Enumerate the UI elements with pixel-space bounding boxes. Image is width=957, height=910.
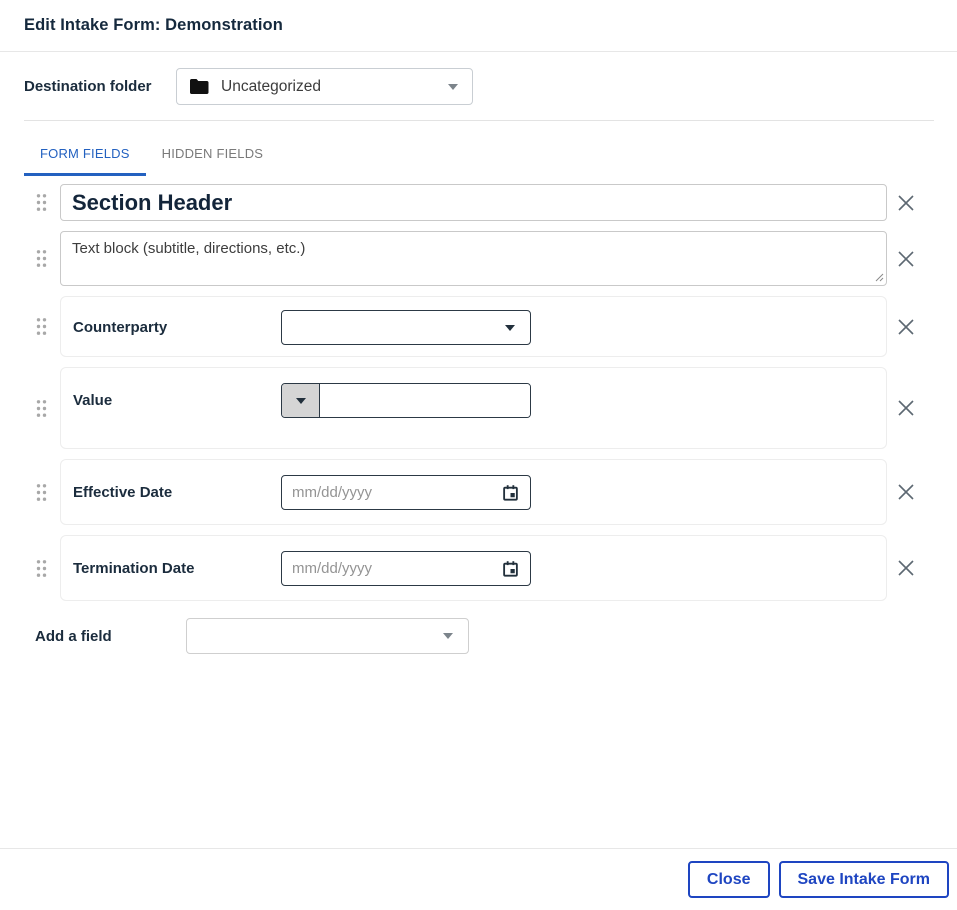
remove-counterparty-button[interactable]: [897, 318, 915, 336]
drag-handle-icon[interactable]: [36, 483, 47, 502]
dialog-footer: Close Save Intake Form: [0, 848, 957, 910]
text-block-textarea[interactable]: Text block (subtitle, directions, etc.): [60, 231, 887, 286]
termination-date-input[interactable]: [292, 560, 502, 577]
form-fields-list: Text block (subtitle, directions, etc.) …: [0, 176, 957, 601]
textarea-resize-handle[interactable]: [875, 273, 884, 282]
termination-date-calendar-button[interactable]: [502, 560, 519, 578]
destination-folder-row: Destination folder Uncategorized: [0, 52, 957, 120]
termination-date-label: Termination Date: [73, 551, 281, 586]
folder-icon: [189, 78, 209, 95]
field-row-counterparty: Counterparty: [24, 296, 957, 357]
value-currency-dropdown-button[interactable]: [282, 384, 320, 417]
add-field-label: Add a field: [35, 628, 186, 645]
field-row-text-block: Text block (subtitle, directions, etc.): [24, 231, 957, 286]
add-field-select[interactable]: [186, 618, 469, 654]
effective-date-calendar-button[interactable]: [502, 484, 519, 502]
tab-bar: FORM FIELDS HIDDEN FIELDS: [0, 138, 957, 176]
chevron-down-icon: [443, 633, 453, 639]
drag-handle-icon[interactable]: [36, 249, 47, 268]
value-label: Value: [73, 383, 281, 418]
destination-folder-value: Uncategorized: [221, 78, 448, 96]
tab-hidden-fields[interactable]: HIDDEN FIELDS: [146, 138, 280, 176]
value-card: Value: [60, 367, 887, 449]
remove-termination-date-button[interactable]: [897, 559, 915, 577]
chevron-down-icon: [505, 325, 515, 331]
drag-handle-icon[interactable]: [36, 399, 47, 418]
destination-folder-label: Destination folder: [24, 78, 176, 95]
dialog-title: Edit Intake Form: Demonstration: [24, 16, 283, 35]
section-header-input[interactable]: [60, 184, 887, 221]
field-row-value: Value: [24, 367, 957, 449]
calendar-icon: [502, 566, 519, 581]
remove-section-header-button[interactable]: [897, 194, 915, 212]
calendar-icon: [502, 490, 519, 505]
termination-date-card: Termination Date: [60, 535, 887, 601]
effective-date-card: Effective Date: [60, 459, 887, 525]
counterparty-card: Counterparty: [60, 296, 887, 357]
remove-effective-date-button[interactable]: [897, 483, 915, 501]
counterparty-label: Counterparty: [73, 310, 281, 345]
field-row-termination-date: Termination Date: [24, 535, 957, 601]
destination-folder-select[interactable]: Uncategorized: [176, 68, 473, 105]
chevron-down-icon: [296, 398, 306, 404]
effective-date-input[interactable]: [292, 484, 502, 501]
drag-handle-icon[interactable]: [36, 559, 47, 578]
tab-form-fields[interactable]: FORM FIELDS: [24, 138, 146, 176]
drag-handle-icon[interactable]: [36, 317, 47, 336]
termination-date-control: [281, 551, 531, 586]
close-button[interactable]: Close: [688, 861, 770, 898]
value-input[interactable]: [320, 384, 530, 417]
chevron-down-icon: [448, 84, 458, 90]
close-icon: [897, 256, 915, 271]
remove-value-button[interactable]: [897, 399, 915, 417]
add-field-row: Add a field: [0, 618, 957, 654]
close-icon: [897, 200, 915, 215]
close-icon: [897, 565, 915, 580]
close-icon: [897, 489, 915, 504]
dialog-titlebar: Edit Intake Form: Demonstration: [0, 0, 957, 52]
value-control: [281, 383, 531, 418]
save-intake-form-button[interactable]: Save Intake Form: [779, 861, 950, 898]
field-row-effective-date: Effective Date: [24, 459, 957, 525]
drag-handle-icon[interactable]: [36, 193, 47, 212]
counterparty-select[interactable]: [281, 310, 531, 345]
field-row-section-header: [24, 184, 957, 221]
remove-text-block-button[interactable]: [897, 250, 915, 268]
section-divider: [24, 120, 934, 121]
effective-date-label: Effective Date: [73, 475, 281, 510]
effective-date-control: [281, 475, 531, 510]
close-icon: [897, 405, 915, 420]
close-icon: [897, 324, 915, 339]
